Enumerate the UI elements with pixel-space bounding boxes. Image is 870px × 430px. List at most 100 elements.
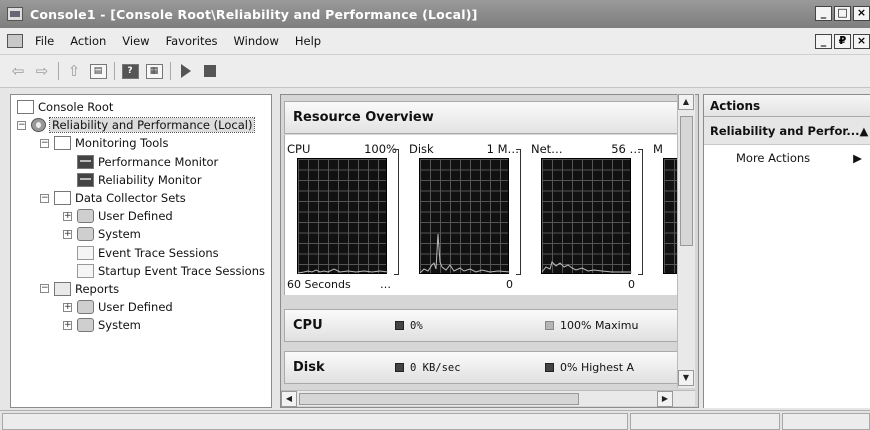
expand-icon[interactable]: + bbox=[63, 229, 72, 239]
toolbar-separator bbox=[58, 62, 59, 80]
stop-icon[interactable] bbox=[200, 61, 220, 81]
scroll-left-button[interactable]: ◀ bbox=[281, 391, 297, 407]
actions-section-header[interactable]: Reliability and Perfor... ▲ bbox=[704, 117, 870, 145]
tree-node-label: System bbox=[98, 227, 141, 242]
menu-favorites[interactable]: Favorites bbox=[158, 34, 226, 48]
close-button[interactable]: × bbox=[853, 6, 870, 21]
actions-header: Actions bbox=[704, 95, 870, 117]
expand-icon[interactable]: + bbox=[63, 302, 72, 312]
network-graph-min: 0 bbox=[628, 278, 635, 291]
up-folder-icon[interactable]: ⇧ bbox=[64, 61, 84, 81]
cpu-usage-legend-swatch bbox=[395, 321, 404, 330]
expand-icon[interactable]: + bbox=[63, 211, 72, 221]
console-menu-icon[interactable] bbox=[7, 34, 23, 48]
tree-node[interactable]: − Reports bbox=[11, 280, 271, 298]
more-actions-label: More Actions bbox=[736, 151, 811, 165]
network-graph-panel: Net… 56 … 0 bbox=[529, 139, 643, 291]
show-hide-tree-icon[interactable]: ▤ bbox=[88, 61, 108, 81]
tree-node[interactable]: Performance Monitor bbox=[11, 153, 271, 171]
vertical-scroll-thumb[interactable] bbox=[680, 116, 693, 246]
tree-node[interactable]: + User Defined bbox=[11, 298, 271, 316]
cpu-graph-min: … bbox=[380, 278, 391, 291]
tree-node[interactable]: − Monitoring Tools bbox=[11, 134, 271, 152]
tree-node[interactable]: − Data Collector Sets bbox=[11, 189, 271, 207]
cpu-graph-timespan: 60 Seconds bbox=[287, 278, 351, 291]
menu-file[interactable]: File bbox=[27, 34, 62, 48]
toolbar-separator bbox=[114, 62, 115, 80]
horizontal-scrollbar[interactable]: ◀ ▶ bbox=[281, 390, 695, 407]
scroll-right-button[interactable]: ▶ bbox=[657, 391, 673, 407]
forward-arrow-icon[interactable]: ⇨ bbox=[32, 61, 52, 81]
show-action-pane-icon[interactable]: ▦ bbox=[144, 61, 164, 81]
disk-graph-label: Disk bbox=[409, 142, 434, 156]
disk-usage-legend-swatch bbox=[395, 363, 404, 372]
cpu-max-legend-swatch bbox=[545, 321, 554, 330]
disk-resource-row[interactable]: Disk 0 KB/sec 0% Highest A bbox=[284, 351, 678, 384]
menu-help[interactable]: Help bbox=[287, 34, 329, 48]
menu-view[interactable]: View bbox=[114, 34, 157, 48]
tree-node[interactable]: − Reliability and Performance (Local) bbox=[11, 116, 271, 134]
cpu-graph-panel: CPU 100% 60 Seconds… bbox=[285, 139, 399, 291]
resource-overview-pane: Resource Overview CPU 100% 60 Seconds … Di… bbox=[280, 94, 699, 408]
disk-highest-legend-swatch bbox=[545, 363, 554, 372]
vertical-scrollbar[interactable]: ▲ ▼ bbox=[677, 94, 695, 388]
tree-node[interactable]: Event Trace Sessions bbox=[11, 244, 271, 262]
cpu-max-value: 100% Maximu bbox=[560, 319, 639, 332]
tree-node[interactable]: Reliability Monitor bbox=[11, 171, 271, 189]
folder-icon bbox=[54, 191, 71, 206]
collapse-icon[interactable]: − bbox=[40, 284, 49, 294]
system-icon bbox=[77, 227, 94, 242]
gear-icon bbox=[31, 118, 46, 133]
cpu-row-label: CPU bbox=[293, 318, 323, 333]
tree-node[interactable]: Startup Event Trace Sessions bbox=[11, 262, 271, 280]
tree-node-label: Console Root bbox=[38, 100, 114, 115]
collapse-icon[interactable]: − bbox=[40, 138, 49, 148]
expand-icon[interactable]: + bbox=[63, 320, 72, 330]
tree-node[interactable]: + System bbox=[11, 225, 271, 243]
submenu-arrow-icon: ▶ bbox=[853, 151, 862, 165]
actions-pane: Actions Reliability and Perfor... ▲ More… bbox=[703, 94, 870, 408]
menu-window[interactable]: Window bbox=[226, 34, 287, 48]
collapse-icon[interactable]: − bbox=[40, 193, 49, 203]
child-restore-button[interactable]: ₽ bbox=[834, 34, 851, 49]
help-icon[interactable]: ? bbox=[120, 61, 140, 81]
disk-graph-min: 0 bbox=[506, 278, 513, 291]
disk-usage-value: 0 KB/sec bbox=[410, 361, 461, 374]
user-icon bbox=[77, 209, 94, 224]
child-close-button[interactable]: × bbox=[853, 34, 870, 49]
tree-node-label: Reliability and Performance (Local) bbox=[48, 117, 256, 134]
minimize-button[interactable]: _ bbox=[815, 6, 832, 21]
console-icon bbox=[7, 7, 23, 21]
scroll-up-button[interactable]: ▲ bbox=[678, 94, 694, 110]
tree-node[interactable]: + System bbox=[11, 316, 271, 334]
document-icon bbox=[77, 245, 94, 260]
collapse-icon[interactable]: − bbox=[17, 120, 26, 130]
resource-overview-header[interactable]: Resource Overview bbox=[284, 101, 678, 134]
maximize-button[interactable]: □ bbox=[834, 6, 851, 21]
collapse-arrow-icon[interactable]: ▲ bbox=[859, 124, 868, 138]
child-minimize-button[interactable]: _ bbox=[815, 34, 832, 49]
tree-node-label: System bbox=[98, 318, 141, 333]
play-icon[interactable] bbox=[176, 61, 196, 81]
scroll-down-button[interactable]: ▼ bbox=[678, 370, 694, 386]
back-arrow-icon[interactable]: ⇦ bbox=[8, 61, 28, 81]
system-icon bbox=[77, 318, 94, 333]
more-actions-item[interactable]: More Actions ▶ bbox=[704, 145, 870, 167]
mmc-window: Console1 - [Console Root\Reliability and… bbox=[0, 0, 870, 430]
horizontal-scroll-thumb[interactable] bbox=[299, 393, 579, 405]
disk-graph-panel: Disk 1 M… 0 bbox=[407, 139, 521, 291]
tree-node[interactable]: + User Defined bbox=[11, 207, 271, 225]
status-segment-main bbox=[2, 413, 628, 430]
disk-highest-value: 0% Highest A bbox=[560, 361, 635, 374]
memory-graph-label: M bbox=[653, 142, 663, 156]
child-window-controls: _ ₽ × bbox=[813, 34, 870, 49]
cpu-resource-row[interactable]: CPU 0% 100% Maximu bbox=[284, 309, 678, 342]
tree-node[interactable]: Console Root bbox=[11, 98, 271, 116]
console-tree: Console Root − Reliability and Performance… bbox=[10, 94, 272, 408]
title-bar: Console1 - [Console Root\Reliability and… bbox=[0, 0, 870, 28]
cpu-graph-max: 100% bbox=[364, 142, 397, 156]
menu-action[interactable]: Action bbox=[62, 34, 114, 48]
